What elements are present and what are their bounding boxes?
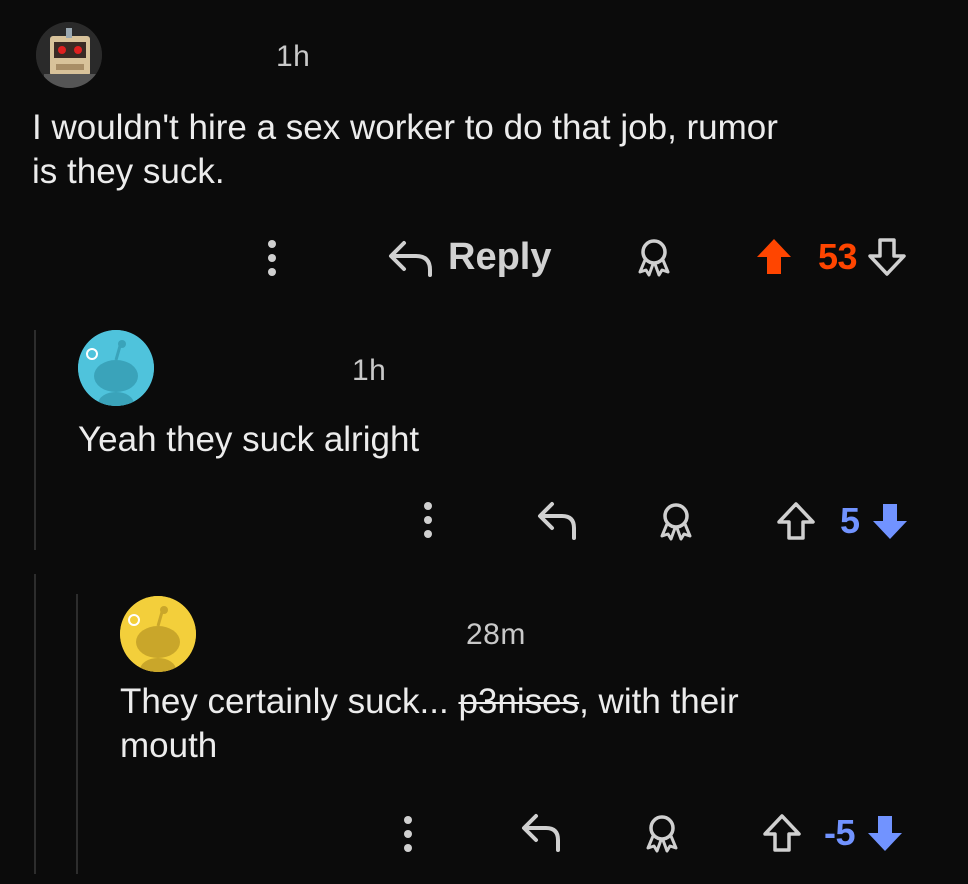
upvote-icon[interactable] [754,236,794,278]
vote-controls: 5 [776,498,910,544]
comment-body-line: is they suck. [32,152,225,191]
more-vertical-icon [268,240,276,276]
award-icon [638,239,670,277]
comment-timestamp: 1h [352,354,387,387]
award-icon [660,503,692,541]
reply-arrow-icon [389,241,432,277]
more-vertical-icon [424,502,432,538]
reply-arrow-icon [522,814,560,852]
reply-button[interactable] [520,810,564,852]
more-options-button[interactable] [398,812,418,856]
score-count: 53 [818,236,858,277]
reply-button[interactable]: Reply [386,232,551,282]
award-button[interactable] [642,812,682,854]
award-button[interactable] [634,236,674,278]
comment-timestamp: 1h [276,40,311,73]
comment-body: They certainly suck... p3nises, with the… [120,680,950,768]
reply-button[interactable] [536,498,580,540]
upvote-icon[interactable] [776,500,816,542]
comment-body-line: They certainly suck... p3nises, with the… [120,680,950,724]
comment-timestamp: 28m [466,618,526,651]
thread-line[interactable] [34,574,36,874]
thread-line[interactable] [34,330,36,550]
user-avatar-3[interactable] [120,596,196,672]
comment-text: They certainly suck... [120,682,459,721]
robot-avatar-icon [36,22,102,88]
score-count: 5 [840,500,860,541]
downvote-icon[interactable] [865,812,905,854]
more-vertical-icon [404,816,412,852]
downvote-icon[interactable] [867,236,907,278]
award-button[interactable] [656,500,696,542]
reply-arrow-icon [538,502,576,540]
more-options-button[interactable] [418,498,438,542]
snoo-avatar-icon [120,596,196,672]
score-count: -5 [824,812,856,853]
upvote-icon[interactable] [762,812,802,854]
vote-controls: -5 [762,810,905,856]
comment-body: Yeah they suck alright [78,420,420,459]
comment-body-line: I wouldn't hire a sex worker to do that … [32,108,778,147]
comment-text: , with their [579,682,739,721]
award-icon [646,815,678,853]
downvote-icon[interactable] [870,500,910,542]
more-options-button[interactable] [262,236,282,280]
thread-line[interactable] [76,594,78,874]
reply-label: Reply [448,235,552,278]
snoo-avatar-icon [78,330,154,406]
comment-body: I wouldn't hire a sex worker to do that … [32,106,952,194]
user-avatar-2[interactable] [78,330,154,406]
vote-controls: 53 [754,234,907,280]
strikethrough-text: p3nises [458,682,580,721]
user-avatar-1[interactable] [36,22,102,88]
comment-body-line: mouth [120,726,218,765]
